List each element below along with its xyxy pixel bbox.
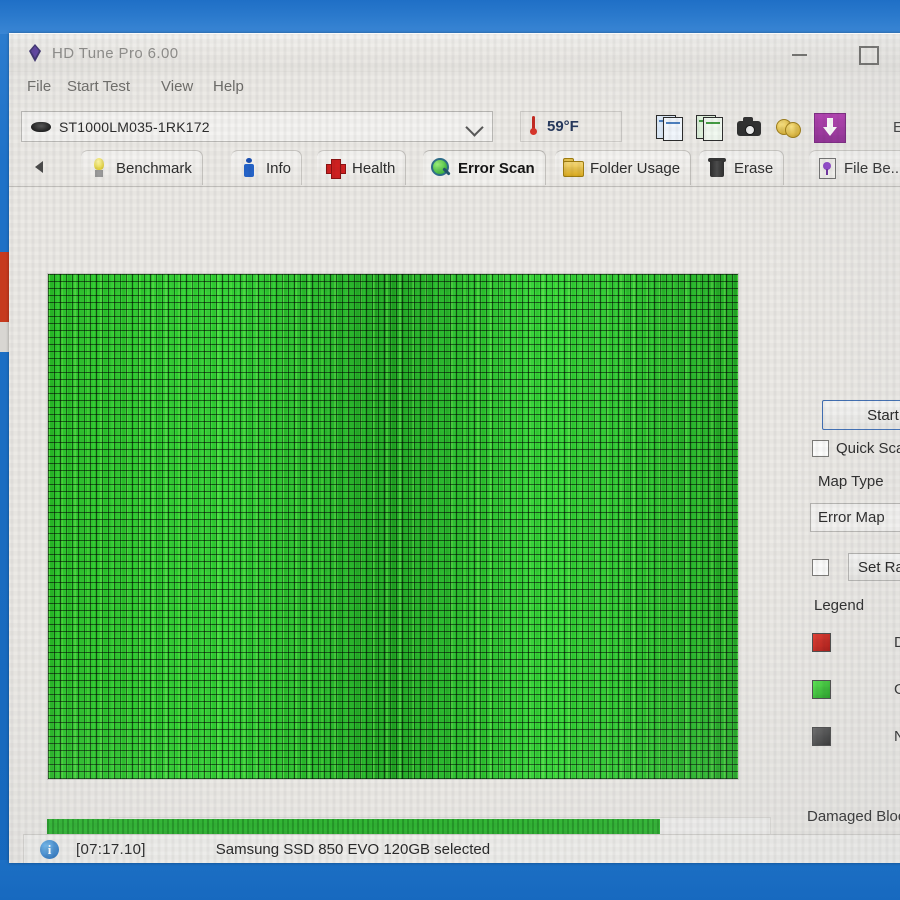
- damaged-blocks-label: Damaged Blocks: [807, 808, 900, 825]
- trash-icon: [707, 158, 727, 178]
- menu-view[interactable]: View: [155, 76, 199, 97]
- quick-scan-checkbox[interactable]: [812, 440, 829, 457]
- legend-damaged-swatch: [812, 633, 831, 652]
- coins-icon[interactable]: [776, 115, 802, 139]
- screenshot-camera-icon[interactable]: [736, 115, 762, 139]
- minimize-icon: [792, 54, 807, 56]
- quick-scan-label: Quick Scan: [836, 440, 900, 457]
- error-map-canvas[interactable]: [48, 274, 738, 779]
- tab-error-scan[interactable]: Error Scan: [423, 150, 546, 185]
- maximize-button[interactable]: [854, 42, 884, 65]
- folder-icon: [563, 158, 584, 178]
- tab-file-benchmark-label: File Be...: [844, 159, 900, 177]
- scan-progress-bar: [47, 819, 660, 835]
- menu-help[interactable]: Help: [207, 76, 250, 97]
- legend-not-tested-swatch: [812, 727, 831, 746]
- menu-start-test[interactable]: Start Test: [61, 76, 136, 97]
- window-title: HD Tune Pro 6.00: [52, 45, 179, 62]
- file-benchmark-icon: [817, 158, 837, 179]
- error-scan-panel: Start Quick Scan Map Type Error Map Set …: [9, 187, 900, 863]
- error-map-panel[interactable]: [47, 273, 739, 780]
- legend-good-label: Go: [894, 681, 900, 698]
- red-cross-icon: [325, 158, 346, 179]
- title-bar[interactable]: HD Tune Pro 6.00: [9, 34, 900, 72]
- scroll-tabs-left-icon[interactable]: [31, 158, 49, 176]
- set-range-checkbox[interactable]: [812, 558, 829, 576]
- tab-folder-usage-label: Folder Usage: [590, 159, 681, 177]
- copy-report-icon[interactable]: [696, 115, 723, 141]
- toolbar-overflow-label[interactable]: E: [893, 119, 900, 136]
- tab-benchmark-label: Benchmark: [116, 159, 192, 177]
- map-type-value: Error Map: [818, 509, 885, 526]
- tab-erase-label: Erase: [734, 159, 774, 177]
- legend-title: Legend: [814, 597, 865, 614]
- lightbulb-icon: [89, 158, 109, 178]
- tab-health-label: Health: [352, 159, 396, 177]
- info-icon: i: [40, 840, 59, 859]
- legend-damaged: Damag: [812, 633, 900, 652]
- menu-bar: File Start Test View Help: [9, 72, 900, 102]
- tab-benchmark[interactable]: Benchmark: [81, 150, 203, 185]
- desktop-bottom-band: [0, 860, 900, 900]
- info-icon: [239, 158, 259, 178]
- tab-strip: Benchmark Info Health Error Scan Folder …: [9, 148, 900, 188]
- status-message: Samsung SSD 850 EVO 120GB selected: [215, 841, 491, 858]
- temperature-value: 59°F: [547, 118, 579, 135]
- set-range-row[interactable]: Set Rang: [812, 553, 900, 581]
- hard-disk-icon: [31, 121, 51, 132]
- quick-scan-row[interactable]: Quick Scan: [812, 440, 900, 457]
- tab-error-scan-label: Error Scan: [458, 159, 535, 177]
- background-window-edge-2[interactable]: [0, 322, 9, 352]
- temperature-indicator: 59°F: [520, 111, 622, 142]
- minimize-button[interactable]: [787, 42, 817, 64]
- status-bar: i [07:17.10] Samsung SSD 850 EVO 120GB s…: [23, 834, 900, 863]
- tab-info-label: Info: [266, 159, 292, 177]
- toolbar: ST1000LM035-1RK172 59°F E: [9, 104, 900, 148]
- status-timestamp: [07:17.10]: [76, 841, 146, 858]
- error-map-sheen: [48, 274, 738, 779]
- drive-select[interactable]: ST1000LM035-1RK172: [21, 111, 493, 142]
- tab-info[interactable]: Info: [231, 150, 303, 185]
- magnifier-icon: [431, 158, 451, 178]
- menu-file[interactable]: File: [21, 76, 57, 97]
- hd-tune-window: HD Tune Pro 6.00 File Start Test View He…: [9, 33, 900, 863]
- map-type-label: Map Type: [818, 473, 884, 490]
- drive-select-value: ST1000LM035-1RK172: [59, 118, 210, 135]
- legend-damaged-label: Damag: [894, 634, 900, 651]
- download-icon[interactable]: [814, 113, 846, 143]
- thermometer-icon: [529, 115, 538, 138]
- hdtune-logo-icon: [26, 44, 44, 62]
- map-type-select[interactable]: Error Map: [810, 503, 900, 532]
- error-scan-controls: Start Quick Scan Map Type Error Map Set …: [804, 340, 900, 863]
- desktop-top-band: [0, 0, 900, 34]
- maximize-icon: [859, 46, 879, 65]
- legend-not-tested-label: Not Test: [894, 728, 900, 745]
- set-range-button[interactable]: Set Rang: [848, 553, 900, 581]
- chevron-down-icon: [465, 118, 484, 137]
- copy-to-clipboard-icon[interactable]: [656, 115, 683, 141]
- legend-good: Go: [812, 680, 900, 699]
- legend-not-tested: Not Test: [812, 727, 900, 746]
- legend-good-swatch: [812, 680, 831, 699]
- start-button[interactable]: Start: [822, 400, 900, 430]
- tab-health[interactable]: Health: [317, 150, 407, 185]
- tab-file-benchmark[interactable]: File Be...: [809, 150, 900, 185]
- tab-erase[interactable]: Erase: [699, 150, 785, 185]
- tab-folder-usage[interactable]: Folder Usage: [555, 150, 692, 185]
